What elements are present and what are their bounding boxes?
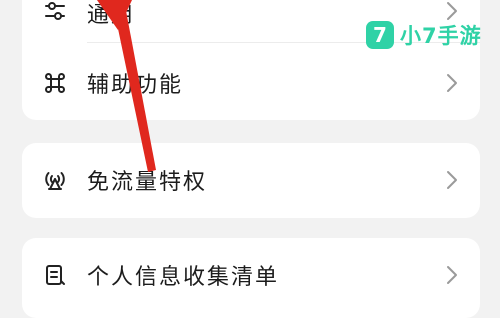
command-icon — [45, 73, 65, 93]
watermark-logo: 7 小7手游 — [366, 17, 482, 53]
settings-item-general-label: 通用 — [87, 3, 136, 28]
sliders-icon — [45, 2, 65, 20]
settings-item-accessibility-label: 辅助功能 — [87, 73, 184, 98]
settings-item-personal-info-list[interactable]: 个人信息收集清单 — [22, 246, 480, 304]
chevron-right-icon — [447, 266, 457, 284]
settings-item-data-free[interactable]: 免流量特权 — [22, 151, 480, 209]
settings-card-privacy: 个人信息收集清单 — [22, 238, 480, 318]
watermark-text: 小7手游 — [400, 24, 482, 48]
settings-item-accessibility[interactable]: 辅助功能 — [22, 54, 480, 112]
watermark-badge: 7 — [366, 21, 394, 49]
signal-antenna-icon — [45, 172, 65, 190]
chevron-right-icon — [447, 171, 457, 189]
document-list-icon — [46, 265, 65, 285]
chevron-right-icon — [447, 74, 457, 92]
settings-card-data-saver: 免流量特权 — [22, 143, 480, 218]
settings-item-data-free-label: 免流量特权 — [87, 170, 208, 195]
settings-item-personal-info-list-label: 个人信息收集清单 — [87, 265, 280, 290]
